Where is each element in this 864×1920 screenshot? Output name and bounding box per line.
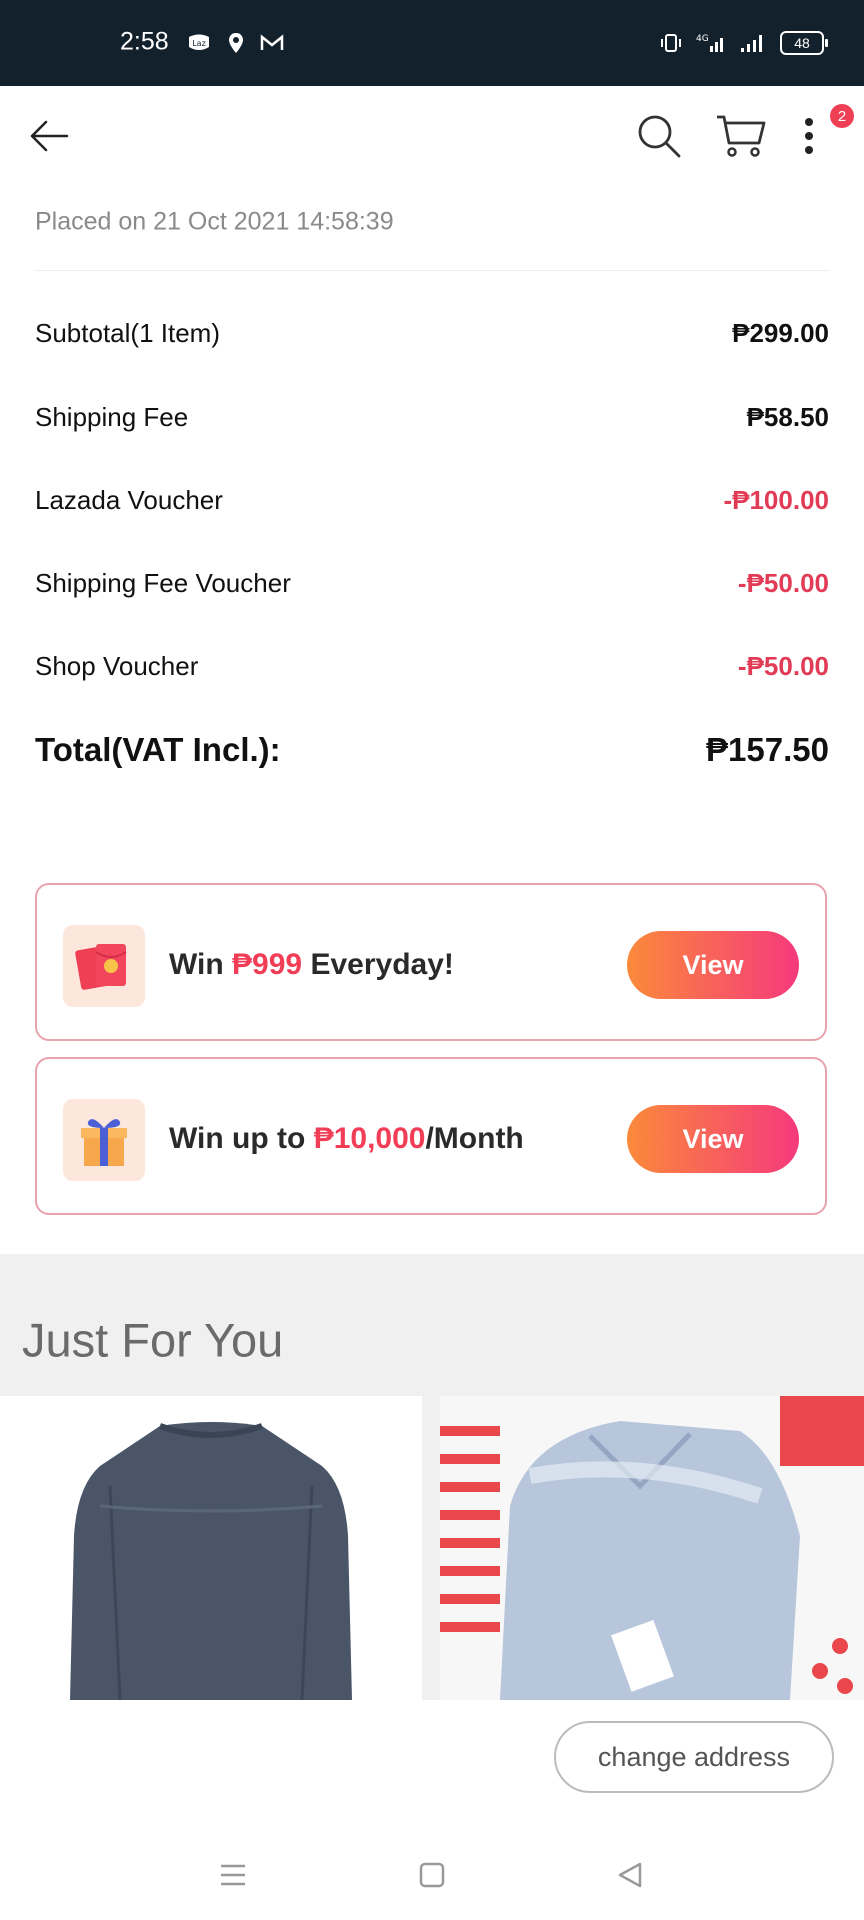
battery-icon: 48 bbox=[780, 31, 828, 55]
back-arrow-icon bbox=[30, 120, 69, 152]
promo-card-daily[interactable]: Win ₱999 Everyday! View bbox=[35, 883, 827, 1041]
search-button[interactable] bbox=[624, 86, 694, 186]
lazada-notification-icon: Laz bbox=[189, 34, 209, 50]
total-value: ₱157.50 bbox=[706, 731, 829, 768]
shirt-image bbox=[440, 1396, 864, 1700]
cart-icon bbox=[717, 115, 766, 157]
price-label: Subtotal(1 Item) bbox=[35, 317, 220, 348]
mail-icon bbox=[260, 34, 284, 50]
svg-text:4G: 4G bbox=[696, 34, 709, 44]
promo-text-suffix: Everyday! bbox=[302, 948, 454, 981]
price-label: Shipping Fee Voucher bbox=[35, 567, 291, 598]
more-vertical-icon bbox=[805, 118, 813, 154]
divider bbox=[35, 270, 829, 271]
signal-bars-icon bbox=[741, 35, 762, 52]
price-label: Shipping Fee bbox=[35, 401, 189, 432]
menu-icon bbox=[221, 1864, 245, 1886]
price-value: -₱50.00 bbox=[737, 650, 829, 681]
price-value: -₱100.00 bbox=[723, 484, 829, 515]
promo-text-prefix: Win bbox=[169, 948, 233, 981]
view-button[interactable]: View bbox=[627, 1105, 799, 1173]
home-button[interactable] bbox=[402, 1850, 462, 1900]
back-triangle-icon bbox=[618, 1862, 642, 1888]
price-value: -₱50.00 bbox=[737, 567, 829, 598]
promo-text: Win ₱999 Everyday! bbox=[169, 948, 454, 982]
top-nav bbox=[0, 86, 864, 186]
order-placed-date: Placed on 21 Oct 2021 14:58:39 bbox=[35, 207, 394, 236]
price-row-shipping-fee-voucher: Shipping Fee Voucher -₱50.00 bbox=[35, 563, 829, 603]
price-label: Lazada Voucher bbox=[35, 484, 223, 515]
more-menu-button[interactable] bbox=[784, 86, 834, 186]
price-row-lazada-voucher: Lazada Voucher -₱100.00 bbox=[35, 480, 829, 520]
promo-highlight: ₱10,000 bbox=[313, 1122, 426, 1155]
price-value: ₱58.50 bbox=[746, 401, 829, 432]
promo-card-monthly[interactable]: Win up to ₱10,000/Month View bbox=[35, 1057, 827, 1215]
product-card[interactable] bbox=[0, 1396, 422, 1700]
red-envelope-icon bbox=[63, 925, 145, 1007]
svg-text:Laz: Laz bbox=[192, 39, 206, 48]
sweater-image bbox=[70, 1422, 352, 1700]
price-row-subtotal: Subtotal(1 Item) ₱299.00 bbox=[35, 313, 829, 353]
price-label: Shop Voucher bbox=[35, 650, 199, 681]
section-title: Just For You bbox=[22, 1313, 284, 1367]
status-bar: 2:58 Laz 4G 48 bbox=[0, 0, 864, 86]
promo-text-prefix: Win up to bbox=[169, 1122, 314, 1155]
price-row-shipping-fee: Shipping Fee ₱58.50 bbox=[35, 397, 829, 437]
home-square-icon bbox=[419, 1862, 445, 1888]
promo-highlight: ₱999 bbox=[232, 948, 303, 981]
gift-box-icon bbox=[63, 1099, 145, 1181]
price-value: ₱299.00 bbox=[732, 317, 829, 348]
price-row-total: Total(VAT Incl.): ₱157.50 bbox=[35, 730, 829, 770]
product-card[interactable] bbox=[440, 1396, 864, 1700]
notification-badge: 2 bbox=[830, 104, 854, 128]
change-address-button[interactable]: change address bbox=[554, 1721, 834, 1793]
price-row-shop-voucher: Shop Voucher -₱50.00 bbox=[35, 646, 829, 686]
back-nav-button[interactable] bbox=[600, 1850, 660, 1900]
total-label: Total(VAT Incl.): bbox=[35, 731, 281, 768]
vibrate-icon bbox=[661, 34, 681, 52]
search-icon bbox=[638, 115, 681, 158]
cart-button[interactable] bbox=[706, 86, 776, 186]
promo-text: Win up to ₱10,000/Month bbox=[169, 1122, 524, 1156]
back-button[interactable] bbox=[14, 86, 84, 186]
signal-4g-icon: 4G bbox=[696, 34, 723, 52]
recent-apps-button[interactable] bbox=[203, 1850, 263, 1900]
status-time: 2:58 bbox=[120, 27, 169, 56]
location-icon bbox=[229, 33, 243, 53]
view-button[interactable]: View bbox=[627, 931, 799, 999]
promo-text-suffix: /Month bbox=[425, 1122, 524, 1155]
